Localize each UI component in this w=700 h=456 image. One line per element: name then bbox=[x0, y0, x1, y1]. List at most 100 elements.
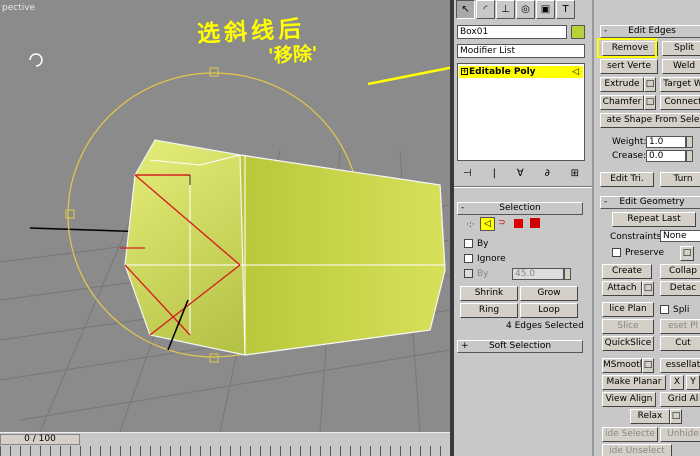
weight-field[interactable]: 1.0 bbox=[646, 136, 686, 148]
chamfer-settings-icon[interactable]: □ bbox=[644, 95, 656, 110]
hierarchy-tab-icon[interactable]: ⊥ bbox=[496, 0, 515, 19]
constraints-dropdown[interactable]: None bbox=[660, 230, 700, 242]
edit-poly-rollouts: - Edit Edges Remove Split sert Verte Wel… bbox=[592, 0, 700, 456]
shrink-button[interactable]: Shrink bbox=[460, 286, 518, 301]
detach-button[interactable]: Detac bbox=[660, 281, 700, 296]
hide-unselected-button[interactable]: ide Unselect bbox=[602, 444, 672, 456]
gizmo-handle-top[interactable] bbox=[209, 67, 219, 77]
slice-plane-button[interactable]: lice Plan bbox=[602, 302, 654, 317]
make-unique-icon[interactable]: ∀ bbox=[517, 168, 524, 179]
border-mode-icon[interactable]: ⊃ bbox=[498, 218, 506, 228]
motion-tab-icon[interactable]: ◎ bbox=[516, 0, 535, 19]
by-vertex-checkbox[interactable] bbox=[464, 239, 473, 248]
weight-label: Weight: bbox=[612, 137, 647, 147]
polygon-mode-icon[interactable] bbox=[514, 219, 523, 228]
annotation-highlight-box bbox=[597, 38, 657, 58]
target-weld-button[interactable]: Target W bbox=[660, 77, 700, 92]
timeline-ticks[interactable] bbox=[0, 446, 450, 456]
cut-button[interactable]: Cut bbox=[660, 336, 700, 351]
collapse-button[interactable]: Collap bbox=[660, 264, 700, 279]
by-angle-checkbox[interactable] bbox=[464, 269, 473, 278]
command-panel: ↖ ◜ ⊥ ◎ ▣ T Box01 Modifier List + Editab… bbox=[454, 0, 592, 456]
attach-settings-icon[interactable]: □ bbox=[642, 281, 654, 296]
perspective-viewport[interactable]: pective 选斜线后 '移除' bbox=[0, 0, 450, 432]
extrude-button[interactable]: Extrude bbox=[600, 77, 644, 92]
preserve-uvs-checkbox[interactable] bbox=[612, 248, 621, 257]
show-end-result-icon[interactable]: | bbox=[493, 168, 496, 179]
hide-selected-button[interactable]: ide Selecte bbox=[602, 427, 658, 442]
split-button[interactable]: Split bbox=[662, 41, 700, 56]
stack-item-editable-poly[interactable]: + Editable Poly ◁ bbox=[459, 66, 583, 78]
configure-sets-icon[interactable]: ⊞ bbox=[571, 168, 579, 179]
pin-stack-icon[interactable]: ⊣ bbox=[463, 168, 472, 179]
angle-spinner[interactable] bbox=[564, 268, 571, 280]
box-object[interactable] bbox=[124, 139, 446, 356]
modifier-list-dropdown[interactable]: Modifier List bbox=[457, 44, 585, 58]
triangle-icon: ◁ bbox=[572, 67, 579, 77]
repeat-last-button[interactable]: Repeat Last bbox=[612, 212, 696, 227]
slice-button[interactable]: Slice bbox=[602, 319, 654, 334]
ignore-backfacing-checkbox[interactable] bbox=[464, 254, 473, 263]
quickslice-button[interactable]: QuickSlice bbox=[602, 336, 654, 351]
grid-align-button[interactable]: Grid Al bbox=[660, 392, 700, 407]
y-button[interactable]: Y bbox=[686, 375, 700, 390]
gizmo-handle-bottom[interactable] bbox=[209, 353, 219, 363]
create-tab-icon[interactable]: ↖ bbox=[456, 0, 475, 19]
crease-field[interactable]: 0.0 bbox=[646, 150, 686, 162]
display-tab-icon[interactable]: ▣ bbox=[536, 0, 555, 19]
edit-edges-rollout-header[interactable]: - Edit Edges bbox=[600, 25, 700, 38]
weld-button[interactable]: Weld bbox=[662, 59, 700, 74]
view-align-button[interactable]: View Align bbox=[602, 392, 656, 407]
x-button[interactable]: X bbox=[670, 375, 684, 390]
crease-label: Crease: bbox=[612, 151, 647, 161]
edit-tri-button[interactable]: Edit Tri. bbox=[600, 172, 654, 187]
create-shape-button[interactable]: ate Shape From Sele bbox=[600, 113, 700, 128]
msmooth-settings-icon[interactable]: □ bbox=[642, 358, 654, 373]
crease-spinner[interactable] bbox=[686, 150, 693, 162]
reset-plane-button[interactable]: eset Pl bbox=[660, 319, 700, 334]
gizmo-handle-left[interactable] bbox=[65, 209, 75, 219]
unhide-all-button[interactable]: Unhide bbox=[660, 427, 700, 442]
preserve-settings-icon[interactable]: □ bbox=[680, 246, 694, 261]
attach-button[interactable]: Attach bbox=[602, 281, 642, 296]
by-vertex-label: By bbox=[477, 239, 489, 249]
create-button[interactable]: Create bbox=[602, 264, 652, 279]
msmooth-button[interactable]: MSmooth bbox=[602, 358, 642, 373]
frame-counter[interactable]: 0 / 100 bbox=[0, 434, 80, 445]
ring-button[interactable]: Ring bbox=[460, 303, 518, 318]
make-planar-button[interactable]: Make Planar bbox=[602, 375, 666, 390]
element-mode-icon[interactable] bbox=[530, 218, 540, 228]
connect-button[interactable]: Connect bbox=[660, 95, 700, 110]
remove-modifier-icon[interactable]: ∂ bbox=[545, 168, 550, 179]
grow-button[interactable]: Grow bbox=[520, 286, 578, 301]
expand-icon[interactable]: + bbox=[461, 68, 468, 75]
soft-selection-rollout-header[interactable]: + Soft Selection bbox=[457, 340, 583, 353]
timeline-bar[interactable]: 0 / 100 bbox=[0, 432, 450, 456]
loop-button[interactable]: Loop bbox=[520, 303, 578, 318]
vertex-mode-icon[interactable]: ·:· bbox=[466, 220, 475, 230]
edit-geometry-rollout-header[interactable]: - Edit Geometry bbox=[600, 196, 700, 209]
chamfer-button[interactable]: Chamfer bbox=[600, 95, 644, 110]
selection-rollout-header[interactable]: - Selection bbox=[457, 202, 583, 215]
ignore-backfacing-label: Ignore bbox=[477, 254, 506, 264]
split-checkbox[interactable] bbox=[660, 305, 669, 314]
split-label: Spli bbox=[673, 305, 690, 315]
extrude-settings-icon[interactable]: □ bbox=[644, 77, 656, 92]
relax-button[interactable]: Relax bbox=[630, 409, 670, 424]
object-color-swatch[interactable] bbox=[571, 25, 585, 39]
annotation-arrow bbox=[367, 66, 450, 86]
modifier-stack: + Editable Poly ◁ bbox=[457, 63, 585, 161]
utilities-tab-icon[interactable]: T bbox=[556, 0, 575, 19]
insert-vertex-button[interactable]: sert Verte bbox=[600, 59, 658, 74]
turn-button[interactable]: Turn bbox=[660, 172, 700, 187]
object-name-field[interactable]: Box01 bbox=[457, 25, 567, 39]
app-window: pective 选斜线后 '移除' 0 / 100 ↖ ◜ ⊥ ◎ ▣ T Bo… bbox=[0, 0, 700, 456]
weight-spinner[interactable] bbox=[686, 136, 693, 148]
angle-field[interactable]: 45.0 bbox=[512, 268, 564, 280]
modify-tab-icon[interactable]: ◜ bbox=[476, 0, 495, 19]
relax-settings-icon[interactable]: □ bbox=[670, 409, 682, 424]
orbit-icon[interactable] bbox=[29, 53, 43, 67]
annotation-text-remove: '移除' bbox=[267, 42, 319, 68]
tessellate-button[interactable]: essellat bbox=[660, 358, 700, 373]
edge-mode-icon[interactable]: ◁ bbox=[480, 217, 495, 231]
